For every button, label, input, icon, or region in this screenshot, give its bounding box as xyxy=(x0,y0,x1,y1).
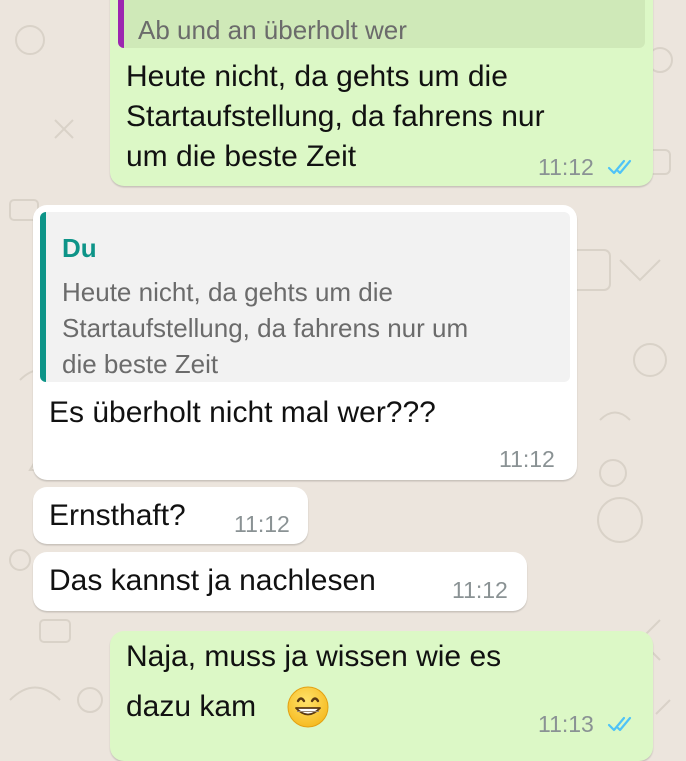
message-text-line: Heute nicht, da gehts um die xyxy=(126,60,508,93)
message-timestamp: 11:12 xyxy=(452,577,508,603)
quoted-message-text: Startaufstellung, da fahrens nur um xyxy=(62,313,469,343)
quoted-message-text: die beste Zeit xyxy=(62,349,219,379)
message-text-line: Startaufstellung, da fahrens nur xyxy=(126,100,545,133)
quoted-message-text: Ab und an überholt wer xyxy=(138,15,407,45)
quoted-message[interactable]: Du Heute nicht, da gehts um die Startauf… xyxy=(40,212,570,382)
message-timestamp: 11:13 xyxy=(538,711,594,737)
quoted-message-author: Du xyxy=(62,233,97,263)
message-text-line: Es überholt nicht mal wer??? xyxy=(49,396,436,429)
grinning-face-icon xyxy=(287,686,329,728)
message-bubble-incoming[interactable]: Ernsthaft? 11:12 xyxy=(33,487,308,544)
message-bubble-outgoing[interactable]: Naja, muss ja wissen wie es dazu kam 11:… xyxy=(110,631,653,761)
message-bubble-incoming[interactable]: Das kannst ja nachlesen 11:12 xyxy=(33,552,527,611)
message-bubble-outgoing[interactable]: Ab und an überholt wer Heute nicht, da g… xyxy=(110,0,653,186)
message-text-line: Das kannst ja nachlesen xyxy=(49,564,376,597)
message-timestamp: 11:12 xyxy=(538,154,594,180)
double-check-read-icon xyxy=(607,159,632,175)
message-text-line: um die beste Zeit xyxy=(126,140,357,173)
quote-bar xyxy=(40,212,46,382)
message-timestamp: 11:12 xyxy=(234,511,290,537)
message-timestamp: 11:12 xyxy=(499,446,555,472)
message-text-line: Naja, muss ja wissen wie es xyxy=(126,640,502,673)
message-text-line: Ernsthaft? xyxy=(49,499,186,532)
quoted-message[interactable]: Ab und an überholt wer xyxy=(118,0,645,48)
message-text-line: dazu kam xyxy=(126,690,257,723)
quoted-message-text: Heute nicht, da gehts um die xyxy=(62,277,393,307)
quote-bar xyxy=(118,0,124,48)
double-check-read-icon xyxy=(607,716,632,732)
message-bubble-incoming[interactable]: Du Heute nicht, da gehts um die Startauf… xyxy=(33,205,577,480)
